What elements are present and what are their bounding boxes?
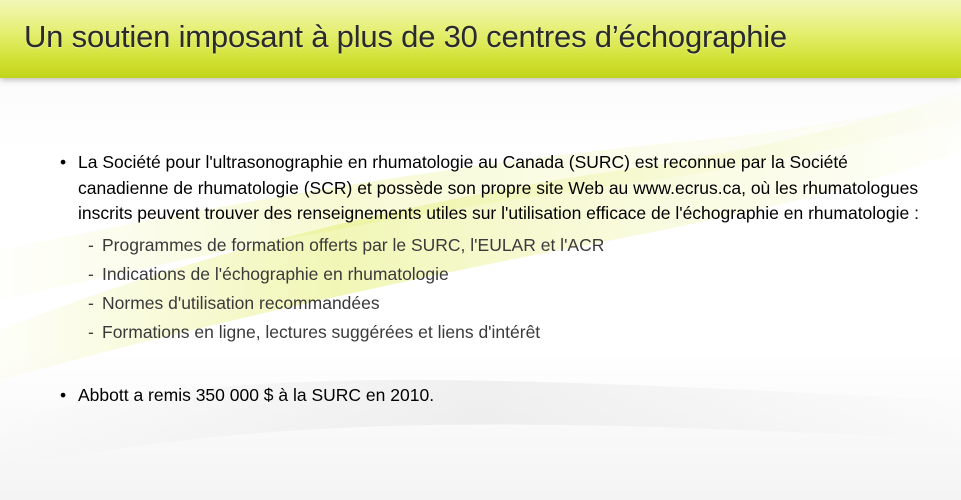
- sub-list-item: - Formations en ligne, lectures suggérées…: [88, 318, 940, 347]
- title-bar: Un soutien imposant à plus de 30 centres…: [0, 0, 961, 78]
- bullet-item: • La Société pour l'ultrasonographie en …: [60, 150, 940, 227]
- bullet-text: La Société pour l'ultrasonographie en rh…: [78, 152, 919, 223]
- sub-list-item: - Indications de l'échographie en rhumato…: [88, 260, 940, 289]
- sub-list-text: Formations en ligne, lectures suggérées …: [102, 321, 541, 342]
- slide-body: • La Société pour l'ultrasonographie en …: [60, 150, 940, 408]
- bullet-marker: •: [60, 152, 67, 172]
- sub-list-marker: -: [88, 292, 94, 313]
- sub-list-marker: -: [88, 263, 94, 284]
- sub-list-marker: -: [88, 234, 94, 255]
- sub-list-item: - Normes d'utilisation recommandées: [88, 289, 940, 318]
- sub-list-text: Indications de l'échographie en rhumatol…: [102, 263, 449, 284]
- sub-list-text: Normes d'utilisation recommandées: [102, 292, 380, 313]
- sub-list-text: Programmes de formation offerts par le S…: [102, 234, 605, 255]
- slide-title: Un soutien imposant à plus de 30 centres…: [24, 19, 787, 54]
- sub-list-item: - Programmes de formation offerts par le …: [88, 231, 940, 260]
- bullet-marker: •: [60, 384, 67, 405]
- sub-list-marker: -: [88, 321, 94, 342]
- slide: Un soutien imposant à plus de 30 centres…: [0, 0, 961, 500]
- bullet-text: Abbott a remis 350 000 $ à la SURC en 20…: [78, 384, 435, 405]
- sub-list: - Programmes de formation offerts par le …: [60, 231, 940, 347]
- bullet-item: • Abbott a remis 350 000 $ à la SURC en …: [60, 383, 940, 409]
